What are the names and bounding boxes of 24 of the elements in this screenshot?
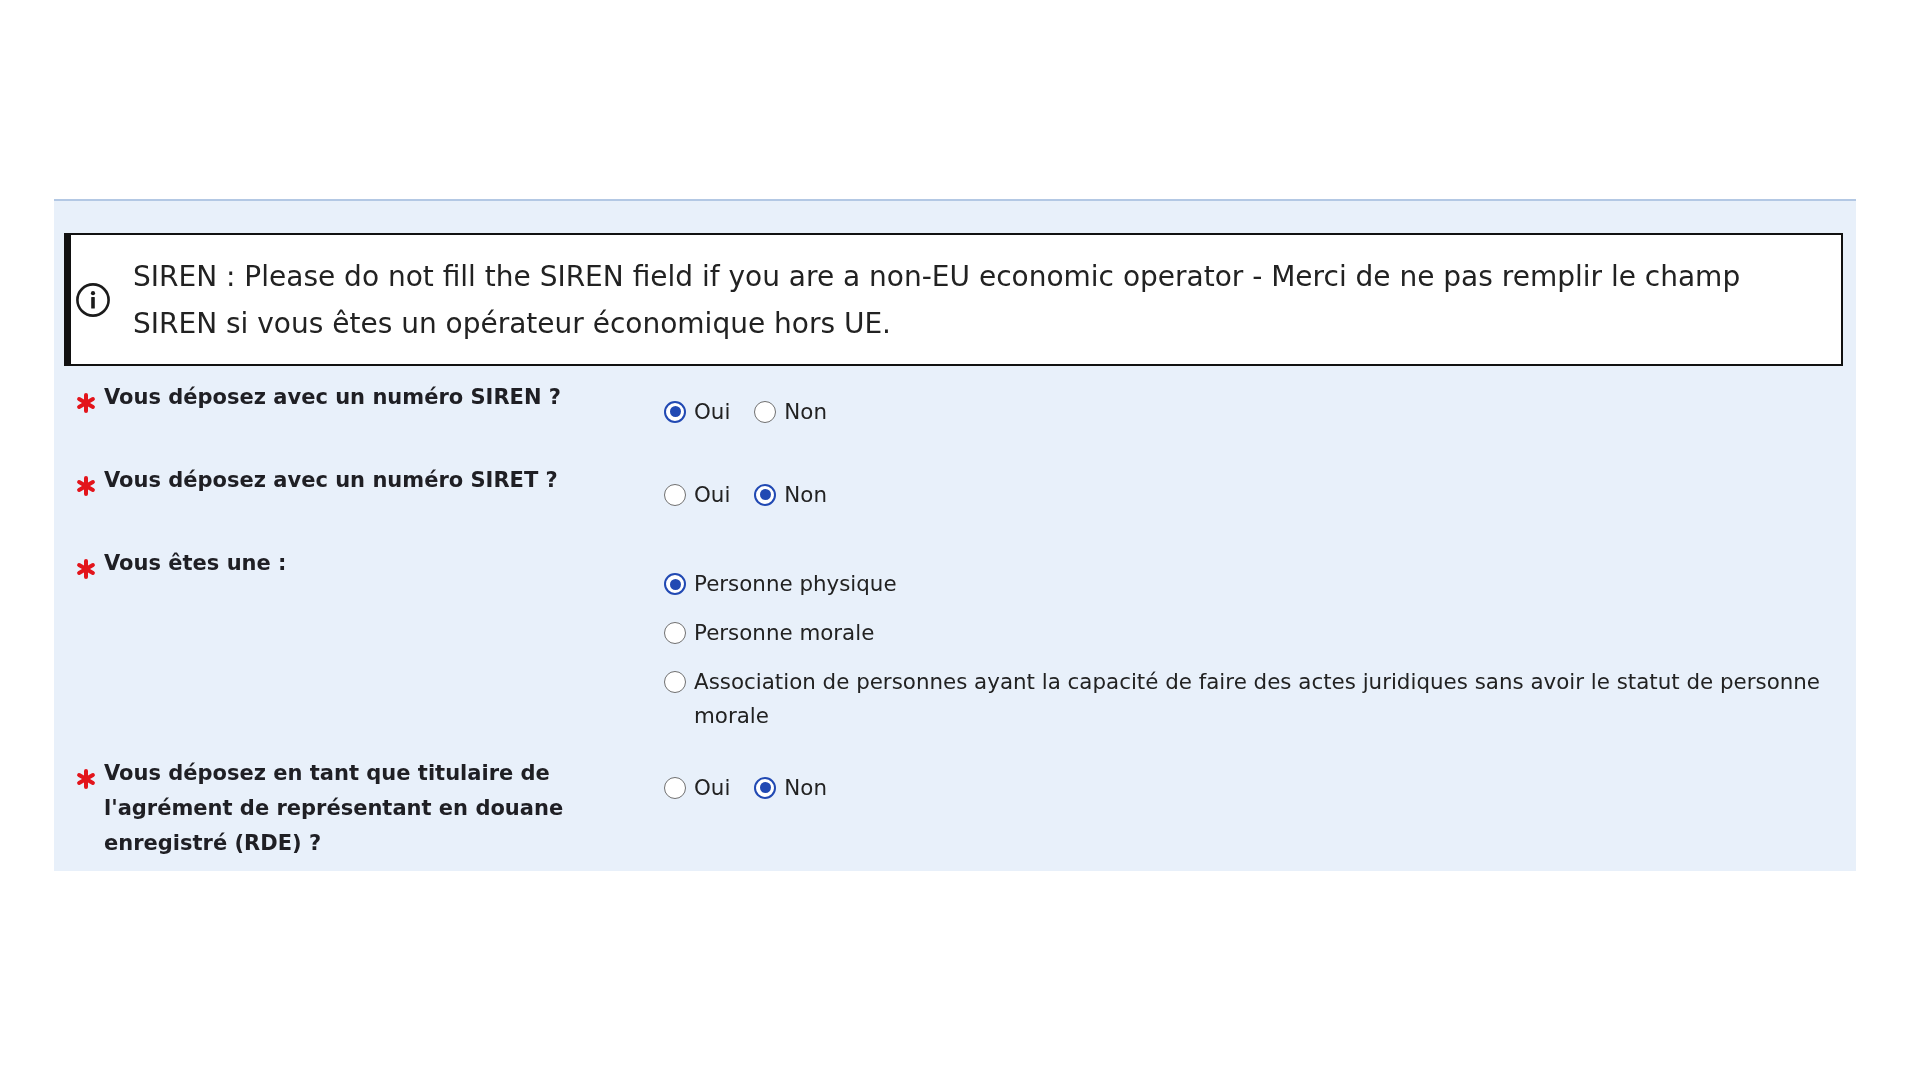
radio-button[interactable] — [664, 622, 686, 644]
info-icon — [76, 283, 110, 317]
radio-button[interactable] — [754, 776, 777, 799]
option-label[interactable]: Oui — [694, 394, 731, 429]
option-label[interactable]: Personne morale — [694, 616, 875, 650]
radio-button[interactable] — [664, 483, 686, 506]
radio-button[interactable] — [664, 671, 686, 693]
radio-button[interactable] — [664, 776, 686, 799]
radio-button[interactable] — [664, 573, 686, 595]
option-label[interactable]: Non — [784, 394, 827, 429]
radio-button[interactable] — [754, 483, 777, 506]
question-label: Vous déposez avec un numéro SIRET ? — [104, 467, 558, 494]
radio-button[interactable] — [664, 400, 686, 423]
option-label[interactable]: Non — [784, 770, 827, 805]
question-label: Vous déposez avec un numéro SIREN ? — [104, 384, 562, 411]
radio-button[interactable] — [754, 400, 777, 423]
option-label[interactable]: Personne physique — [694, 567, 897, 601]
option-label[interactable]: Non — [784, 477, 827, 512]
question-label: Vous êtes une : — [104, 550, 287, 577]
option-label[interactable]: Oui — [694, 770, 731, 805]
question-label: Vous déposez en tant que titulaire de l'agrément de représentant en douane enregistré (RDE) ? — [104, 760, 565, 857]
option-label[interactable]: Oui — [694, 477, 731, 512]
notice-text: SIREN : Please do not fill the SIREN field if you are a non-EU economic operator - Merci de ne pas remplir le champ SIREN si vous êtes un opérateur économique hors UE. — [133, 259, 1742, 342]
option-label[interactable]: Association de personnes ayant la capacité de faire des actes juridiques sans avoir le statut de personne morale — [694, 665, 1842, 733]
